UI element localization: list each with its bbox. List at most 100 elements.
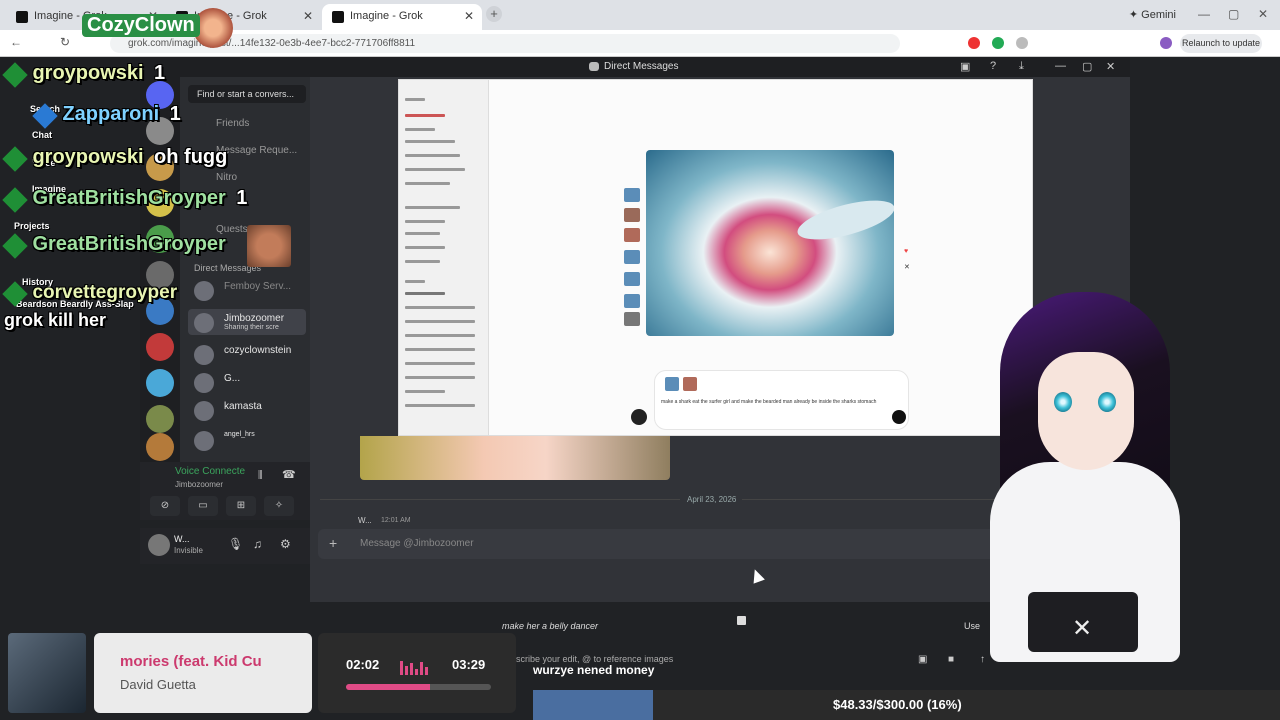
- server-icon[interactable]: [146, 369, 174, 397]
- dm-item-selected[interactable]: Jimbozoomer Sharing their scre: [188, 309, 306, 335]
- maximize-icon[interactable]: ▢: [1228, 7, 1239, 21]
- sidebar-line: [405, 390, 445, 393]
- sidebar-line: [405, 362, 475, 365]
- minimize-icon[interactable]: —: [1055, 60, 1066, 72]
- close-icon[interactable]: ✕: [1106, 60, 1115, 73]
- mic-icon[interactable]: 🎙: [228, 537, 243, 551]
- thumbnail[interactable]: [624, 294, 640, 308]
- avatar: [194, 281, 214, 301]
- close-tab-icon[interactable]: ✕: [464, 9, 474, 23]
- extension-grey-icon[interactable]: [1016, 37, 1028, 49]
- heart-icon[interactable]: ♥: [904, 248, 908, 255]
- shared-browser-sidebar: [399, 80, 489, 435]
- dm-item[interactable]: angel_hrs: [188, 427, 306, 453]
- soundboard-button[interactable]: ✧: [264, 496, 294, 516]
- chat-message: grok kill her: [4, 310, 107, 330]
- now-playing-widget: mories (feat. Kid Cu David Guetta 02:02 …: [0, 633, 520, 720]
- eye-icon: [1098, 392, 1116, 412]
- extension-red-icon[interactable]: [968, 37, 980, 49]
- download-icon[interactable]: ⤓: [1019, 60, 1024, 73]
- browser-tab-3-active[interactable]: Imagine - Grok ✕: [322, 4, 482, 30]
- activities-button[interactable]: ⊞: [226, 496, 256, 516]
- sidebar-line: [405, 334, 475, 337]
- elapsed-time: 02:02: [346, 657, 380, 672]
- close-icon[interactable]: ✕: [904, 263, 910, 271]
- vtuber-avatar: ✕: [980, 292, 1190, 662]
- avatar: [194, 401, 214, 421]
- image-attachment-preview[interactable]: [360, 436, 670, 480]
- settings-gear-icon[interactable]: ⚙: [280, 537, 291, 551]
- use-button[interactable]: Use: [964, 621, 980, 631]
- grok-prompt-text: make a shark eat the surfer girl and mak…: [661, 399, 877, 405]
- thumbnail[interactable]: [624, 312, 640, 326]
- thumbnail[interactable]: [624, 272, 640, 286]
- dm-item[interactable]: kamasta: [188, 397, 306, 423]
- thumbnail[interactable]: [624, 188, 640, 202]
- dm-item[interactable]: cozyclownstein: [188, 341, 306, 367]
- new-tab-button[interactable]: +: [486, 6, 502, 22]
- discord-logo-icon: [589, 62, 599, 71]
- nav-nitro[interactable]: Nitro: [216, 172, 237, 183]
- window-title: Direct Messages: [604, 61, 679, 72]
- reload-icon[interactable]: ↻: [60, 35, 70, 49]
- sidebar-line: [405, 280, 425, 283]
- sidebar-line: [405, 168, 465, 171]
- find-conversation-input[interactable]: Find or start a convers...: [188, 85, 306, 103]
- avatar: [194, 373, 214, 393]
- server-icon[interactable]: [146, 433, 174, 461]
- sidebar-line: [405, 140, 455, 143]
- sidebar-line: [405, 98, 425, 101]
- extension-green-icon[interactable]: [992, 37, 1004, 49]
- thumbnail[interactable]: [624, 228, 640, 242]
- sidebar-line: [405, 348, 475, 351]
- screen-share-button[interactable]: ▭: [188, 496, 218, 516]
- remove-chip-icon[interactable]: [737, 616, 746, 625]
- sub-badge-icon: [2, 233, 28, 259]
- profile-avatar-icon[interactable]: [1160, 37, 1172, 49]
- avatar: [631, 409, 647, 425]
- avatar[interactable]: [148, 534, 170, 556]
- image-icon[interactable]: ▣: [918, 654, 927, 665]
- add-attachment-icon[interactable]: +: [329, 535, 337, 551]
- gemini-button[interactable]: ✦ Gemini: [1129, 8, 1176, 21]
- discord-title-bar: Direct Messages ▣ ? ⤓ — ▢ ✕: [0, 57, 1130, 77]
- dm-item[interactable]: G...: [188, 369, 306, 395]
- server-icon[interactable]: [146, 333, 174, 361]
- minimize-icon[interactable]: —: [1198, 7, 1210, 21]
- send-icon[interactable]: [892, 410, 906, 424]
- generated-image[interactable]: [646, 150, 894, 336]
- avatar-face: [1038, 352, 1134, 470]
- thumbnail[interactable]: [624, 208, 640, 222]
- screen-share-stream[interactable]: ♥ ✕ make a shark eat the surfer girl and…: [398, 79, 1033, 436]
- message-time: 12:01 AM: [381, 517, 411, 524]
- disconnect-icon[interactable]: ☎: [282, 468, 296, 481]
- message-author[interactable]: W...: [358, 516, 372, 525]
- inbox-icon[interactable]: ▣: [960, 60, 970, 73]
- headphones-icon[interactable]: ♫: [253, 537, 262, 551]
- noise-icon[interactable]: ⫼: [258, 470, 263, 481]
- sidebar-line: [405, 260, 440, 263]
- back-icon[interactable]: ←: [10, 35, 22, 49]
- camera-off-button[interactable]: ⊘: [150, 496, 180, 516]
- nav-friends[interactable]: Friends: [216, 118, 249, 129]
- sidebar-line: [405, 206, 460, 209]
- thumbnail[interactable]: [624, 250, 640, 264]
- voice-status: Voice Connecte: [175, 466, 246, 477]
- voice-channel: Jimbozoomer: [175, 480, 224, 489]
- sidebar-line: [405, 128, 435, 131]
- relaunch-button[interactable]: Relaunch to update: [1180, 34, 1262, 53]
- chat-message: groypowski oh fugg: [0, 146, 227, 172]
- maximize-icon[interactable]: ▢: [1082, 60, 1092, 73]
- help-icon[interactable]: ?: [990, 60, 996, 72]
- dm-item[interactable]: Femboy Serv...: [188, 277, 306, 303]
- video-icon[interactable]: ■: [948, 654, 954, 665]
- grok-prompt-box[interactable]: make a shark eat the surfer girl and mak…: [654, 370, 909, 430]
- message-input[interactable]: + Message @Jimbozoomer: [318, 529, 998, 559]
- sidebar-line: [405, 292, 445, 295]
- nav-message-requests[interactable]: Message Reque...: [216, 145, 297, 156]
- close-tab-icon[interactable]: ✕: [303, 9, 313, 23]
- close-window-icon[interactable]: ✕: [1258, 7, 1268, 21]
- edit-prompt-chip[interactable]: make her a belly dancer: [492, 616, 1002, 636]
- user-panel: W... Invisible 🎙 ♫ ⚙: [140, 528, 310, 564]
- server-icon[interactable]: [146, 405, 174, 433]
